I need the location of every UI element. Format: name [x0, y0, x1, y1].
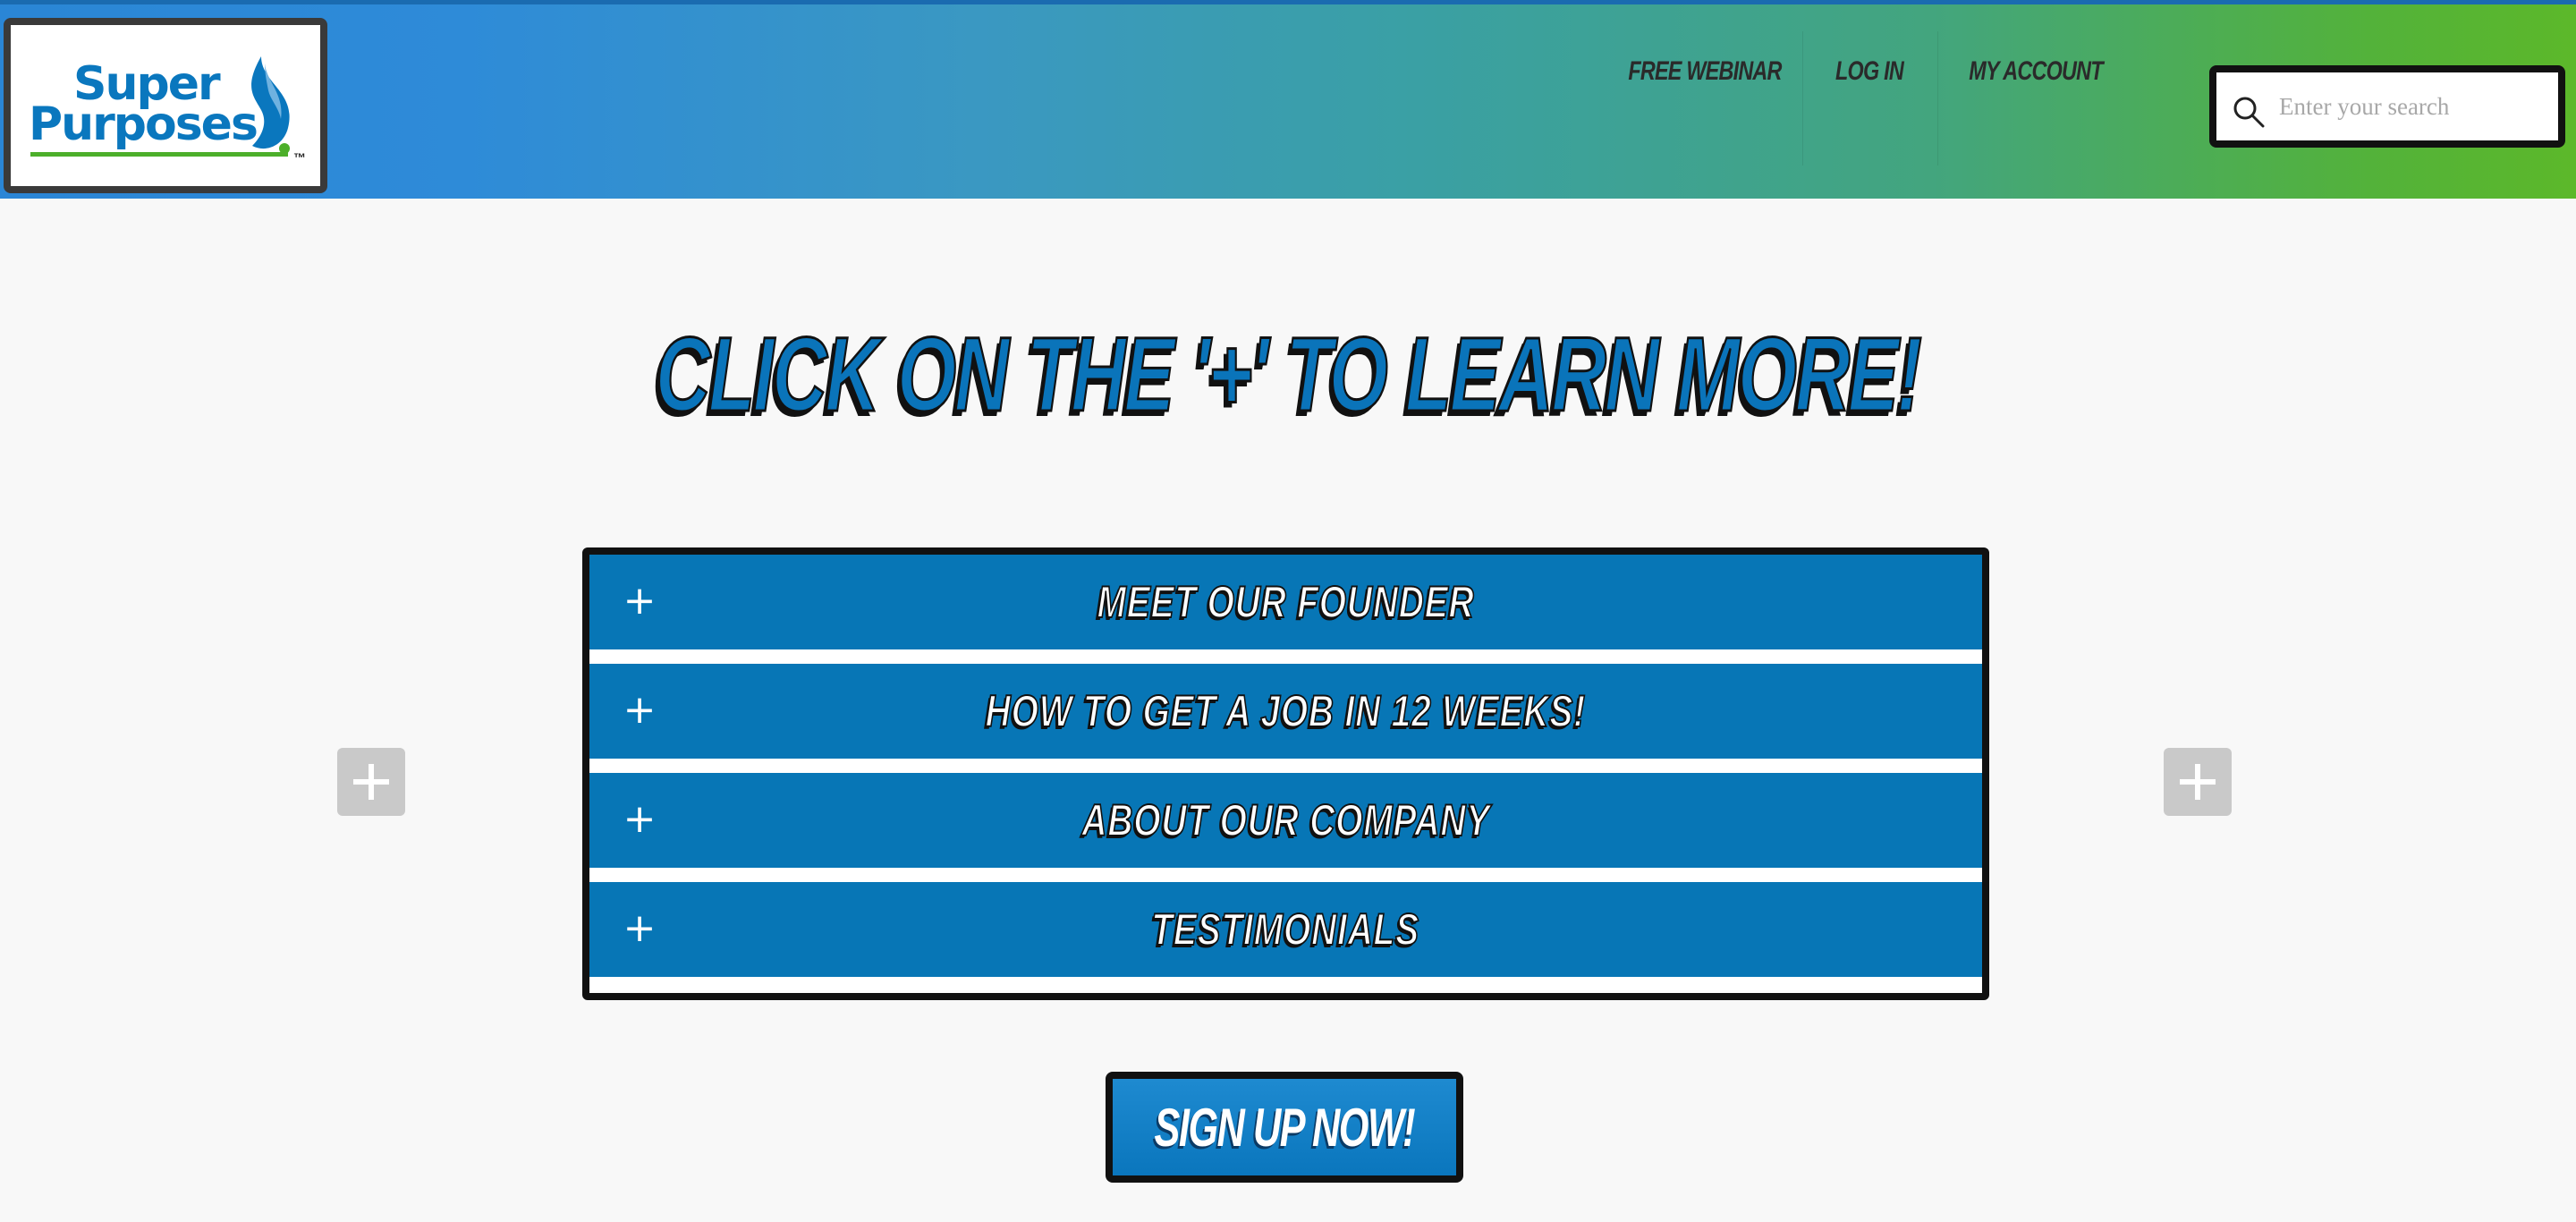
accordion-label: HOW TO GET A JOB IN 12 WEEKS! [985, 685, 1587, 737]
accordion-item-testimonials[interactable]: + TESTIMONIALS [589, 882, 1982, 977]
search-box [2209, 65, 2565, 148]
nav-my-account[interactable]: MY ACCOUNT [1969, 4, 2103, 139]
accordion-item-about-our-company[interactable]: + ABOUT OUR COMPANY [589, 773, 1982, 868]
accordion-item-meet-our-founder[interactable]: + MEET OUR FOUNDER [589, 555, 1982, 649]
sign-up-button[interactable]: SIGN UP NOW! [1106, 1072, 1463, 1183]
accordion-label: MEET OUR FOUNDER [1097, 576, 1475, 628]
carousel-prev-plus-button[interactable] [337, 748, 405, 816]
accordion-label: ABOUT OUR COMPANY [1080, 794, 1490, 846]
accordion-label-wrap: HOW TO GET A JOB IN 12 WEEKS! [589, 664, 1982, 759]
nav-divider [1802, 31, 1803, 165]
accordion-label-wrap: ABOUT OUR COMPANY [589, 773, 1982, 868]
sign-up-label: SIGN UP NOW! [1154, 1097, 1416, 1158]
carousel-next-plus-button[interactable] [2164, 748, 2232, 816]
accordion-label-wrap: TESTIMONIALS [589, 882, 1982, 977]
drop-logo-icon [251, 56, 290, 154]
logo-word-purposes: Purposes [29, 98, 258, 151]
accordion-label-wrap: MEET OUR FOUNDER [589, 555, 1982, 649]
site-header: Super Purposes ™ FREE WEBINAR LOG IN MY … [0, 0, 2576, 199]
site-logo[interactable]: Super Purposes ™ [4, 18, 327, 193]
search-icon[interactable] [2231, 94, 2267, 130]
logo-underline [30, 152, 288, 157]
nav-free-webinar[interactable]: FREE WEBINAR [1628, 4, 1782, 139]
trademark-mark: ™ [293, 150, 306, 165]
nav-log-in[interactable]: LOG IN [1835, 4, 1904, 139]
accordion-label: TESTIMONIALS [1151, 904, 1420, 955]
info-accordion: + MEET OUR FOUNDER + HOW TO GET A JOB IN… [582, 547, 1989, 1000]
page-title-text: CLICK ON THE '+' TO LEARN MORE! [655, 316, 1923, 434]
accordion-item-job-in-12-weeks[interactable]: + HOW TO GET A JOB IN 12 WEEKS! [589, 664, 1982, 759]
page-title: CLICK ON THE '+' TO LEARN MORE! [0, 316, 2576, 434]
nav-divider [1937, 31, 1938, 165]
search-input[interactable] [2277, 81, 2546, 132]
